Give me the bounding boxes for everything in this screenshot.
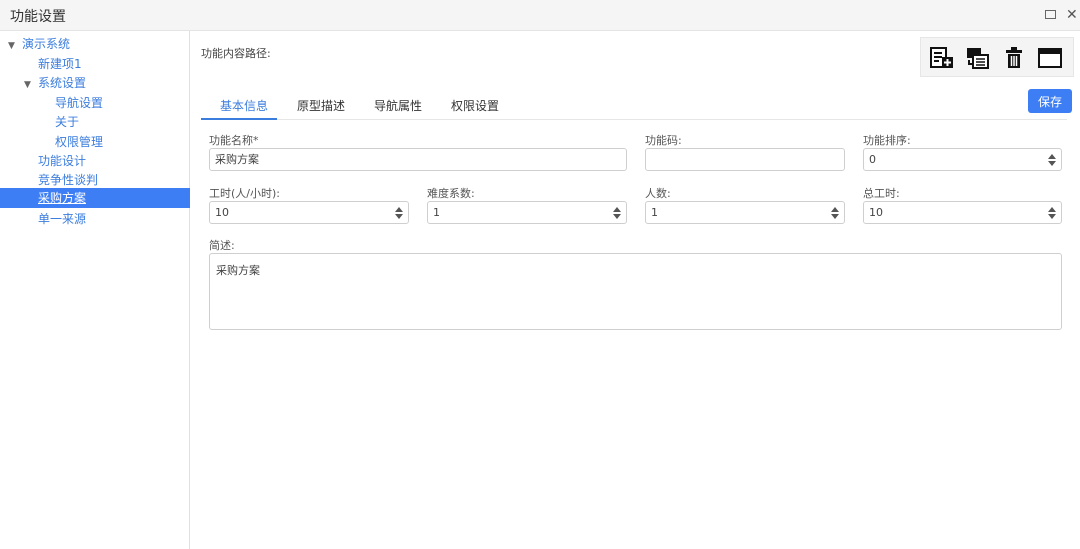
tree-item-new-item[interactable]: 新建项1 [38,56,82,72]
tab-basic-info[interactable]: 基本信息 [220,97,268,114]
close-icon[interactable]: ✕ [1066,6,1078,24]
caret-down-icon[interactable]: ▼ [24,77,38,93]
tree-item-single-source[interactable]: 单一来源 [38,211,86,227]
tree-item-demo-system[interactable]: ▼ 演示系统 [8,36,70,54]
toolbar [920,37,1074,77]
tree-item-system-settings[interactable]: ▼ 系统设置 [24,75,86,93]
function-code-label: 功能码: [645,134,682,147]
window-titlebar: 功能设置 ✕ [0,0,1080,31]
tab-nav-properties[interactable]: 导航属性 [374,97,422,114]
work-hours-input[interactable]: 10 [209,201,409,224]
tree-item-procurement-plan[interactable]: 采购方案 [0,188,190,208]
tree-item-nav-settings[interactable]: 导航设置 [55,95,103,111]
tree-item-label: 系统设置 [38,76,87,90]
tree-item-label: 功能设计 [38,154,87,168]
window-icon[interactable] [1037,46,1063,70]
tree-item-label: 竞争性谈判 [38,173,99,187]
tab-permission[interactable]: 权限设置 [451,97,499,114]
function-name-value: 采购方案 [215,153,259,166]
difficulty-input[interactable]: 1 [427,201,627,224]
function-name-label: 功能名称* [209,134,259,147]
add-document-icon[interactable] [929,46,955,70]
work-hours-value: 10 [215,206,229,219]
content-path-label: 功能内容路径: [201,47,271,60]
stepper-arrows-icon[interactable] [613,206,621,220]
tree-item-function-design[interactable]: 功能设计 [38,153,86,169]
summary-textarea[interactable]: 采购方案 [209,253,1062,330]
function-order-value: 0 [869,153,876,166]
tree-item-label: 关于 [55,115,80,129]
tree-item-label: 导航设置 [55,96,104,110]
function-order-label: 功能排序: [863,134,911,147]
function-name-input[interactable]: 采购方案 [209,148,627,171]
total-hours-value: 10 [869,206,883,219]
tab-bar: 基本信息 原型描述 导航属性 权限设置 [201,93,1067,120]
difficulty-label: 难度系数: [427,187,475,200]
tree-item-label: 权限管理 [55,135,104,149]
stepper-arrows-icon[interactable] [1048,153,1056,167]
stepper-arrows-icon[interactable] [395,206,403,220]
people-count-value: 1 [651,206,658,219]
function-order-input[interactable]: 0 [863,148,1062,171]
tree-item-about[interactable]: 关于 [55,114,79,130]
caret-down-icon[interactable]: ▼ [8,38,22,54]
window-title: 功能设置 [10,9,66,25]
trash-icon[interactable] [1001,46,1027,70]
people-count-label: 人数: [645,187,671,200]
tab-prototype[interactable]: 原型描述 [297,97,345,114]
total-hours-input[interactable]: 10 [863,201,1062,224]
difficulty-value: 1 [433,206,440,219]
main-panel: 功能内容路径: 保存 基本信息 原型描述 导航属性 权限设置 功能名称* 采购方… [191,31,1080,549]
move-icon[interactable] [965,46,991,70]
tree-item-label: 新建项1 [38,57,82,71]
function-code-input[interactable] [645,148,845,171]
tree-item-permission[interactable]: 权限管理 [55,134,103,150]
maximize-icon[interactable] [1045,6,1056,24]
work-hours-label: 工时(人/小时): [209,187,280,200]
people-count-input[interactable]: 1 [645,201,845,224]
total-hours-label: 总工时: [863,187,900,200]
summary-value: 采购方案 [216,264,260,277]
summary-label: 简述: [209,239,235,252]
tree-item-label: 单一来源 [38,212,87,226]
stepper-arrows-icon[interactable] [831,206,839,220]
tree-item-label: 演示系统 [22,37,71,51]
stepper-arrows-icon[interactable] [1048,206,1056,220]
tree-item-label: 采购方案 [38,191,87,205]
active-tab-indicator [201,118,277,120]
tree-item-negotiation[interactable]: 竞争性谈判 [38,172,98,188]
sidebar-tree: ▼ 演示系统 新建项1 ▼ 系统设置 导航设置 关于 权限管理 功能设计 竞争性谈判… [0,31,190,549]
